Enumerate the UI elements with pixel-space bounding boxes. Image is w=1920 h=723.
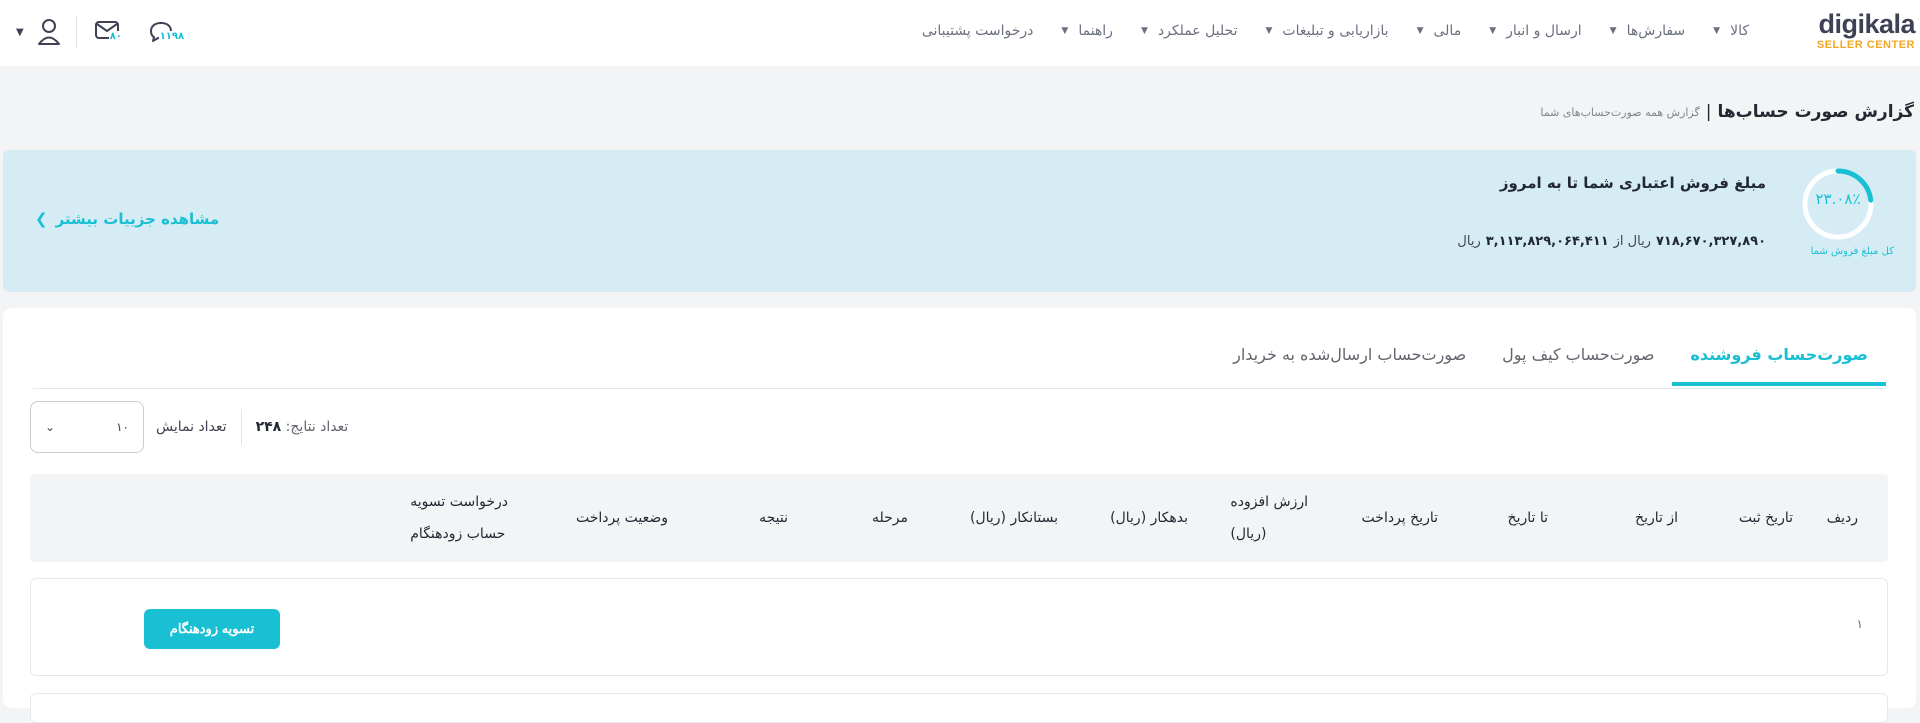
per-page-label: تعداد نمایش (156, 419, 227, 435)
col-row-number: ردیف (1826, 510, 1858, 526)
statement-tabs: صورت‌حساب فروشنده صورت‌حساب کیف پول صورت… (33, 338, 1886, 389)
nav-item-label: تحلیل عملکرد (1157, 23, 1238, 39)
breadcrumb: گزارش صورت حساب‌ها | گزارش همه صورت‌حساب… (1540, 102, 1914, 122)
results-count: تعداد نتایج: ۲۴۸ (256, 419, 349, 435)
nav-item-products[interactable]: کالا ▼ (1699, 21, 1763, 41)
credit-total: ۳,۱۱۳,۸۲۹,۰۶۴,۴۱۱ (1485, 234, 1609, 249)
notifications-badge: ۱۱۹۸ (158, 31, 186, 42)
nav-item-finance[interactable]: مالی ▼ (1403, 21, 1476, 41)
table-row: ۱ تسویه زودهنگام (30, 578, 1888, 676)
col-registration-date: تاریخ ثبت (1738, 510, 1793, 526)
col-from-date: از تاریخ (1635, 510, 1678, 526)
logo-text: digikala (1818, 9, 1915, 39)
caret-down-icon: ▼ (1140, 26, 1148, 36)
col-vat: ارزش افزوده (ریال) (1230, 474, 1308, 562)
credit-title: مبلغ فروش اعتباری شما تا به امروز (1499, 174, 1766, 192)
results-label: تعداد نتایج: (285, 419, 349, 435)
credit-amount-line: ۷۱۸,۶۷۰,۳۲۷,۸۹۰ ریال از ۳,۱۱۳,۸۲۹,۰۶۴,۴۱… (1457, 234, 1766, 249)
header-divider (75, 16, 77, 48)
nav-item-help[interactable]: راهنما ▼ (1047, 21, 1127, 41)
tab-seller-statement[interactable]: صورت‌حساب فروشنده (1672, 338, 1886, 386)
caret-down-icon: ▼ (1061, 26, 1069, 36)
per-page-value: ۱۰ (116, 420, 129, 434)
top-header: digikala SELLER CENTER کالا ▼ سفارش‌ها ▼ ا… (0, 0, 1920, 66)
header-actions: ▼ ۸۰ ۱۱۹۸ (16, 16, 203, 48)
col-payment-status: وضعیت پرداخت (576, 510, 668, 526)
user-icon[interactable] (36, 17, 62, 47)
tab-wallet-statement[interactable]: صورت‌حساب کیف پول (1484, 338, 1672, 386)
caret-down-icon: ▼ (1609, 26, 1617, 36)
tab-buyer-statement[interactable]: صورت‌حساب ارسال‌شده به خریدار (1215, 338, 1484, 386)
view-details-label: مشاهده جزییات بیشتر (55, 210, 220, 228)
caret-down-icon[interactable]: ▼ (16, 27, 24, 38)
col-result: نتیجه (759, 510, 788, 526)
view-details-link[interactable]: مشاهده جزییات بیشتر ❯ (35, 210, 219, 228)
page-subtitle: گزارش همه صورت‌حساب‌های شما (1540, 105, 1700, 119)
digikala-logo[interactable]: digikala SELLER CENTER (1816, 9, 1916, 52)
caret-down-icon: ▼ (1265, 26, 1273, 36)
nav-item-analytics[interactable]: تحلیل عملکرد ▼ (1127, 21, 1252, 41)
nav-item-support[interactable]: درخواست پشتیبانی (908, 21, 1048, 41)
breadcrumb-separator: | (1705, 102, 1712, 122)
col-early-settlement: درخواست تسویه حساب زودهنگام (410, 474, 508, 562)
row-number: ۱ (1856, 617, 1863, 631)
col-to-date: تا تاریخ (1507, 510, 1548, 526)
logo-subtext: SELLER CENTER (1816, 39, 1915, 51)
col-vat-line1: ارزش افزوده (1230, 494, 1308, 510)
credit-currency: ریال از (1613, 234, 1651, 249)
col-vat-line2: (ریال) (1230, 526, 1267, 542)
credit-amount: ۷۱۸,۶۷۰,۳۲۷,۸۹۰ (1655, 234, 1766, 249)
notifications-button[interactable]: ۱۱۹۸ (149, 17, 189, 47)
col-payment-date: تاریخ پرداخت (1361, 510, 1438, 526)
col-early-line2: حساب زودهنگام (410, 526, 506, 542)
credit-sales-banner: ۲۳.۰۸٪ کل مبلغ فروش شما مبلغ فروش اعتبار… (3, 150, 1916, 292)
credit-total-currency: ریال (1457, 234, 1481, 249)
col-credit: بستانکار (ریال) (970, 510, 1058, 526)
caret-down-icon: ▼ (1416, 26, 1424, 36)
per-page-select[interactable]: ۱۰ ⌄ (30, 401, 144, 453)
gauge-label: کل مبلغ فروش شما (1810, 246, 1894, 257)
nav-item-marketing[interactable]: بازاریابی و تبلیغات ▼ (1252, 21, 1403, 41)
chevron-left-icon: ❯ (35, 210, 48, 228)
col-stage: مرحله (871, 510, 908, 526)
nav-item-label: بازاریابی و تبلیغات (1282, 23, 1389, 39)
messages-button[interactable]: ۸۰ (94, 17, 135, 47)
gauge-percent: ۲۳.۰۸٪ (1815, 190, 1861, 208)
main-nav: کالا ▼ سفارش‌ها ▼ ارسال و انبار ▼ مالی ▼ باز… (908, 21, 1763, 41)
col-early-line1: درخواست تسویه (410, 494, 508, 510)
table-controls: تعداد نتایج: ۲۴۸ تعداد نمایش ۱۰ ⌄ (30, 401, 348, 453)
caret-down-icon: ▼ (1489, 26, 1497, 36)
nav-item-orders[interactable]: سفارش‌ها ▼ (1596, 21, 1700, 41)
nav-item-label: ارسال و انبار (1506, 23, 1582, 39)
messages-badge: ۸۰ (108, 31, 123, 42)
table-row (30, 693, 1888, 723)
page-title: گزارش صورت حساب‌ها (1717, 102, 1914, 122)
nav-item-label: سفارش‌ها (1626, 23, 1686, 39)
caret-down-icon: ▼ (1713, 26, 1721, 36)
nav-item-label: کالا (1730, 23, 1749, 39)
results-value: ۲۴۸ (255, 419, 282, 435)
table-header: ردیف تاریخ ثبت از تاریخ تا تاریخ تاریخ پ… (30, 474, 1888, 562)
nav-item-label: درخواست پشتیبانی (921, 23, 1034, 39)
early-settlement-button[interactable]: تسویه زودهنگام (144, 609, 280, 649)
controls-divider (240, 409, 242, 445)
nav-item-label: مالی (1433, 23, 1462, 39)
chevron-down-icon: ⌄ (45, 420, 56, 434)
statements-card: صورت‌حساب فروشنده صورت‌حساب کیف پول صورت… (3, 308, 1916, 723)
col-debit: بدهکار (ریال) (1110, 510, 1188, 526)
nav-item-label: راهنما (1078, 23, 1113, 39)
nav-item-shipping[interactable]: ارسال و انبار ▼ (1475, 21, 1595, 41)
